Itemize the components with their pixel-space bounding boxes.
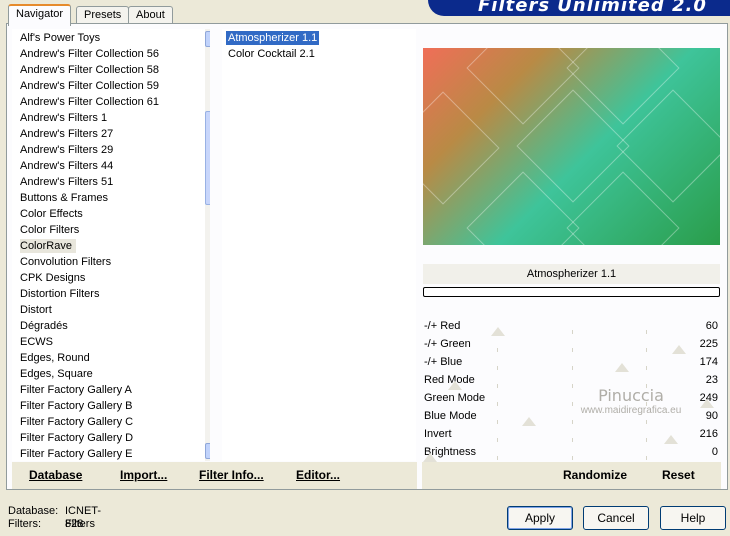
editor-button[interactable]: Editor...	[296, 468, 340, 482]
filter-item[interactable]: Atmospherizer 1.1	[226, 31, 320, 45]
parameter-label: -/+ Red	[424, 320, 461, 332]
category-item[interactable]: Buttons & Frames	[20, 191, 108, 205]
slider-knob[interactable]	[423, 453, 437, 462]
category-item[interactable]: ECWS	[20, 335, 53, 349]
category-item[interactable]: Color Effects	[20, 207, 83, 221]
category-item[interactable]: Filter Factory Gallery E	[20, 447, 132, 461]
navigator-toolbar: Database Import... Filter Info... Editor…	[12, 462, 417, 489]
filters-label: Filters:	[8, 518, 41, 530]
parameter-value: 216	[699, 428, 718, 440]
category-item[interactable]: Dégradés	[20, 319, 68, 333]
filter-item[interactable]: Color Cocktail 2.1	[226, 47, 317, 61]
slider-knob[interactable]	[615, 363, 630, 372]
category-item[interactable]: ColorRave	[20, 239, 76, 253]
database-label: Database:	[8, 505, 59, 517]
category-item[interactable]: Filter Factory Gallery C	[20, 415, 133, 429]
parameter-value: 174	[699, 356, 718, 368]
watermark-url: www.maidiregrafica.eu	[580, 405, 682, 416]
scroll-down-button[interactable]: ▼	[205, 443, 210, 459]
parameter-value: 225	[699, 338, 718, 350]
database-button[interactable]: Database	[29, 468, 82, 482]
category-scrollbar[interactable]: ▲ ≡ ▼	[205, 29, 210, 461]
category-item[interactable]: Andrew's Filter Collection 56	[20, 47, 159, 61]
parameter-value: 60	[705, 320, 718, 332]
parameter-row: Brightness 0	[423, 444, 720, 462]
category-item[interactable]: Distort	[20, 303, 52, 317]
parameter-row: -/+ Green 225	[423, 336, 720, 354]
parameter-row: -/+ Red 60	[423, 318, 720, 336]
category-item[interactable]: Andrew's Filter Collection 58	[20, 63, 159, 77]
tab-navigator[interactable]: Navigator	[8, 4, 72, 26]
preview-image	[423, 48, 720, 245]
category-item[interactable]: Andrew's Filters 51	[20, 175, 113, 189]
scroll-up-button[interactable]: ▲	[205, 31, 210, 47]
help-button[interactable]: Help	[660, 506, 726, 530]
category-list[interactable]: Alf's Power Toys Andrew's Filter Collecti…	[12, 29, 210, 461]
banner-title: Filters Unlimited 2.0	[478, 0, 707, 16]
preview-toolbar: Randomize Reset	[422, 462, 721, 489]
title-banner: Filters Unlimited 2.0	[428, 0, 730, 16]
progress-bar	[423, 287, 720, 297]
category-item[interactable]: Andrew's Filters 27	[20, 127, 113, 141]
watermark: Pinuccia www.maidiregrafica.eu	[556, 386, 706, 416]
parameter-row: Invert 216	[423, 426, 720, 444]
slider-knob[interactable]	[448, 381, 463, 390]
randomize-button[interactable]: Randomize	[563, 468, 627, 482]
parameter-row: -/+ Blue 174	[423, 354, 720, 372]
category-item[interactable]: Color Filters	[20, 223, 79, 237]
category-item[interactable]: Andrew's Filter Collection 61	[20, 95, 159, 109]
category-item[interactable]: Andrew's Filters 1	[20, 111, 107, 125]
chevron-down-icon: ▼	[209, 446, 210, 455]
slider-knob[interactable]	[522, 417, 537, 426]
category-item[interactable]: Distortion Filters	[20, 287, 99, 301]
parameter-value: 0	[711, 446, 718, 458]
category-item[interactable]: Convolution Filters	[20, 255, 111, 269]
category-item[interactable]: Filter Factory Gallery A	[20, 383, 132, 397]
slider-knob[interactable]	[672, 345, 687, 354]
slider-knob[interactable]	[490, 327, 505, 336]
category-item[interactable]: Andrew's Filter Collection 59	[20, 79, 159, 93]
filter-info-button[interactable]: Filter Info...	[199, 468, 264, 482]
category-item[interactable]: Andrew's Filters 44	[20, 159, 113, 173]
parameter-value: 90	[705, 410, 718, 422]
parameter-label: Invert	[424, 428, 452, 440]
slider-knob[interactable]	[663, 435, 678, 444]
parameter-label: -/+ Green	[424, 338, 471, 350]
import-button[interactable]: Import...	[120, 468, 167, 482]
parameter-label: Blue Mode	[424, 410, 477, 422]
chevron-up-icon: ▲	[209, 34, 210, 43]
apply-button[interactable]: Apply	[507, 506, 573, 530]
parameter-label: Green Mode	[424, 392, 486, 404]
scroll-thumb[interactable]: ≡	[205, 111, 210, 205]
category-item[interactable]: Andrew's Filters 29	[20, 143, 113, 157]
category-item[interactable]: Edges, Square	[20, 367, 93, 381]
filter-list[interactable]: Atmospherizer 1.1 Color Cocktail 2.1	[222, 29, 416, 461]
parameter-label: -/+ Blue	[424, 356, 463, 368]
category-item[interactable]: Edges, Round	[20, 351, 90, 365]
parameter-value: 23	[705, 374, 718, 386]
category-item[interactable]: Alf's Power Toys	[20, 31, 100, 45]
watermark-name: Pinuccia	[598, 386, 664, 405]
category-item[interactable]: Filter Factory Gallery D	[20, 431, 133, 445]
category-item[interactable]: Filter Factory Gallery B	[20, 399, 132, 413]
filters-count: 828	[65, 518, 84, 530]
category-item[interactable]: CPK Designs	[20, 271, 85, 285]
selected-filter-name: Atmospherizer 1.1	[423, 264, 720, 284]
reset-button[interactable]: Reset	[662, 468, 695, 482]
cancel-button[interactable]: Cancel	[583, 506, 649, 530]
